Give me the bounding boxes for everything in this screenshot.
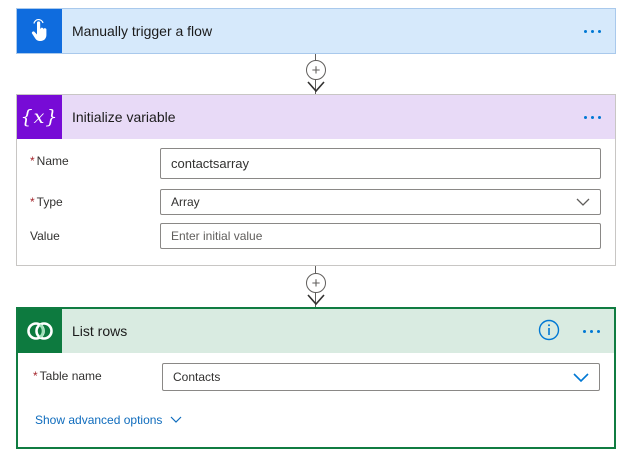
initialize-variable-card[interactable]: {x} Initialize variable * Name contactsar… bbox=[16, 94, 616, 266]
dot-icon bbox=[589, 329, 593, 333]
type-field-row: * Type Array bbox=[17, 189, 615, 217]
name-label: * Name bbox=[30, 154, 69, 168]
name-input[interactable]: contactsarray bbox=[160, 148, 601, 179]
dot-icon bbox=[590, 29, 594, 33]
trigger-card-header[interactable]: Manually trigger a flow bbox=[17, 9, 615, 53]
dot-icon bbox=[597, 115, 601, 119]
value-input[interactable]: Enter initial value bbox=[160, 223, 601, 249]
type-selected-value: Array bbox=[171, 195, 200, 209]
trigger-title: Manually trigger a flow bbox=[72, 23, 213, 39]
list-rows-title: List rows bbox=[72, 323, 128, 339]
required-asterisk: * bbox=[33, 369, 38, 383]
name-field-row: * Name contactsarray bbox=[17, 148, 615, 179]
chevron-down-icon bbox=[171, 416, 182, 423]
value-field-row: Value Enter initial value bbox=[17, 223, 615, 251]
dot-icon bbox=[582, 329, 586, 333]
step-connector: + bbox=[305, 266, 327, 307]
variable-braces-icon: {x} bbox=[17, 95, 62, 139]
name-label-text: Name bbox=[36, 154, 69, 168]
insert-step-button[interactable]: + bbox=[306, 60, 326, 80]
arrow-down-icon bbox=[307, 294, 325, 306]
show-advanced-options-link[interactable]: Show advanced options bbox=[35, 413, 182, 427]
required-asterisk: * bbox=[30, 195, 35, 209]
touch-hand-icon bbox=[17, 9, 62, 53]
dot-icon bbox=[596, 329, 600, 333]
required-asterisk: * bbox=[30, 154, 35, 168]
type-label-text: Type bbox=[36, 195, 63, 209]
chevron-down-icon bbox=[576, 198, 590, 206]
value-label-text: Value bbox=[30, 229, 60, 243]
insert-step-button[interactable]: + bbox=[306, 273, 326, 293]
dot-icon bbox=[597, 29, 601, 33]
trigger-more-options-button[interactable] bbox=[579, 19, 605, 43]
value-label: Value bbox=[30, 229, 60, 243]
dot-icon bbox=[583, 29, 587, 33]
table-name-label-text: Table name bbox=[39, 369, 102, 383]
dot-icon bbox=[583, 115, 587, 119]
list-rows-card[interactable]: List rows * Table name Contacts Show adva… bbox=[16, 307, 616, 449]
list-rows-more-options-button[interactable] bbox=[578, 319, 604, 343]
dataverse-icon bbox=[18, 309, 62, 353]
table-name-field-row: * Table name Contacts bbox=[18, 363, 614, 391]
list-rows-header[interactable]: List rows bbox=[18, 309, 614, 353]
table-name-selected-value: Contacts bbox=[173, 370, 221, 384]
initialize-variable-title: Initialize variable bbox=[72, 109, 176, 125]
step-connector: + bbox=[305, 54, 327, 94]
dot-icon bbox=[590, 115, 594, 119]
chevron-down-icon bbox=[573, 373, 589, 383]
arrow-down-icon bbox=[307, 81, 325, 93]
type-dropdown[interactable]: Array bbox=[160, 189, 601, 215]
show-advanced-options-text: Show advanced options bbox=[35, 413, 163, 427]
table-name-label: * Table name bbox=[33, 369, 102, 383]
type-label: * Type bbox=[30, 195, 63, 209]
variable-icon-glyph: {x} bbox=[20, 106, 59, 128]
table-name-dropdown[interactable]: Contacts bbox=[162, 363, 600, 391]
info-icon[interactable] bbox=[538, 319, 560, 341]
initialize-variable-more-options-button[interactable] bbox=[579, 105, 605, 129]
initialize-variable-header[interactable]: {x} Initialize variable bbox=[17, 95, 615, 139]
trigger-card[interactable]: Manually trigger a flow bbox=[16, 8, 616, 54]
